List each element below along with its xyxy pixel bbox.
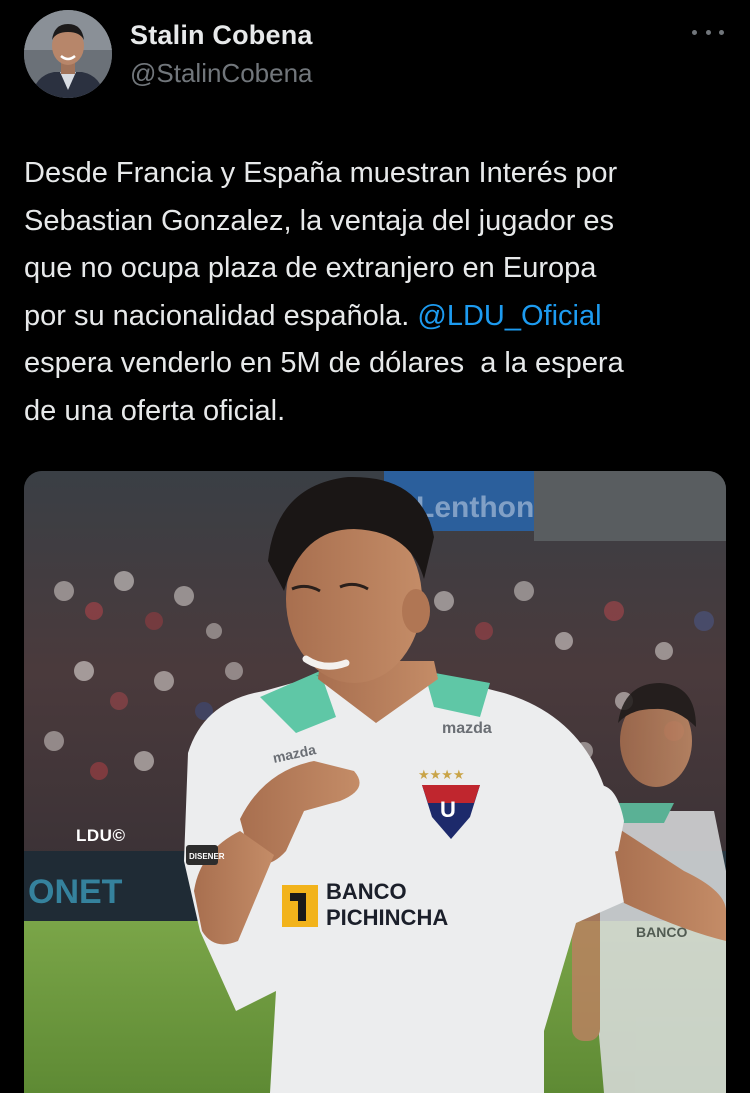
tweet-text: Desde Francia y España muestran Interés … xyxy=(24,150,730,435)
crest-stars: ★★★★ xyxy=(418,768,465,783)
dot xyxy=(692,29,697,35)
ad-board-text: ONET xyxy=(28,873,123,911)
author-handle[interactable]: @StalinCobena xyxy=(130,58,313,89)
photo-watermark: LDU© xyxy=(76,826,126,845)
author-name[interactable]: Stalin Cobena xyxy=(130,20,313,51)
sleeve-patch: DISENER xyxy=(189,852,225,861)
banner-text: Lenthon xyxy=(416,491,534,524)
mention-link[interactable]: @LDU_Oficial xyxy=(417,300,601,332)
crest-letter: U xyxy=(440,797,456,822)
tweet-text-part2: espera venderlo en 5M de dólares a la es… xyxy=(24,347,624,427)
tweet-header: Stalin Cobena @StalinCobena xyxy=(24,10,726,100)
sponsor-line2: PICHINCHA xyxy=(326,905,448,930)
tweet-photo[interactable]: Lenthon ONET BANCO DISENER mazda mazda ★… xyxy=(24,471,726,1093)
more-options-icon[interactable] xyxy=(692,22,724,42)
dot xyxy=(705,29,711,35)
avatar[interactable] xyxy=(24,10,112,98)
tweet: Stalin Cobena @StalinCobena Desde Franci… xyxy=(0,0,750,1093)
sponsor-line1: BANCO xyxy=(326,879,407,904)
shirt-brand-chest: mazda xyxy=(442,720,492,737)
dot xyxy=(719,29,724,35)
